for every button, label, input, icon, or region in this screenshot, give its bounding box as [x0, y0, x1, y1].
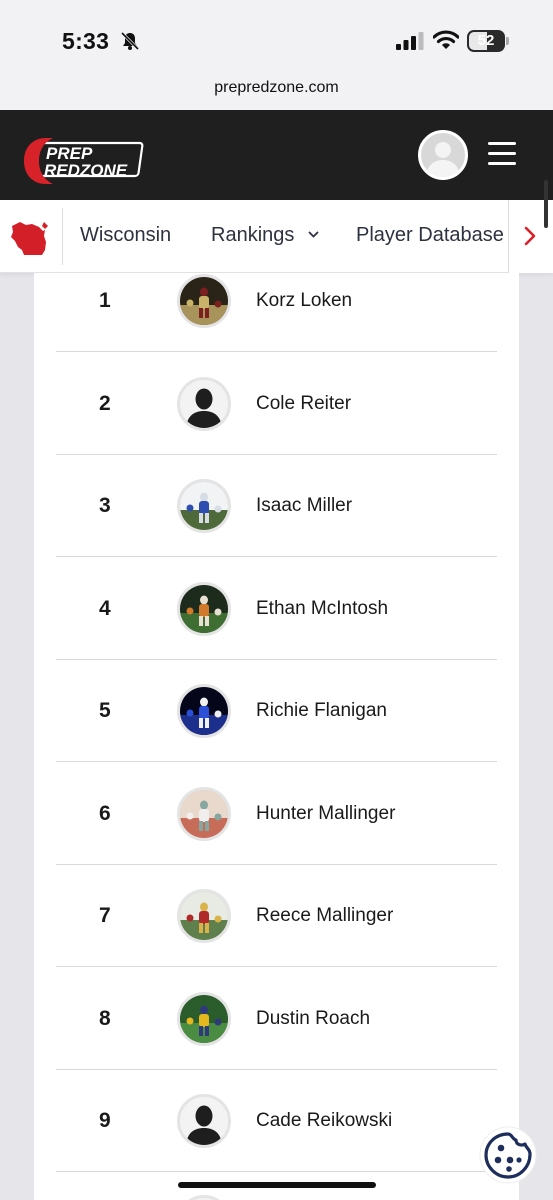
ranking-row[interactable]: 2 Cole Reiter [56, 353, 497, 455]
cookie-settings-icon[interactable] [479, 1126, 537, 1184]
player-name[interactable]: Isaac Miller [256, 495, 352, 517]
url-text: prepredzone.com [214, 79, 339, 96]
player-photo[interactable] [177, 581, 231, 636]
prep-redzone-logo[interactable]: PREP REDZONE [22, 134, 148, 186]
player-photo[interactable] [177, 889, 231, 943]
battery-icon: 52 [467, 30, 509, 52]
site-header: PREP REDZONE [0, 110, 553, 200]
status-bar: 5:33 52 [0, 0, 553, 72]
ranking-row[interactable]: 6 Hunter Mallinger [56, 763, 497, 865]
player-name[interactable]: Richie Flanigan [256, 700, 387, 722]
ranking-row[interactable]: 9 Cade Reikowski [56, 1070, 497, 1172]
player-name[interactable]: Cade Reikowski [256, 1110, 392, 1132]
battery-level: 52 [477, 32, 495, 49]
player-name[interactable]: Reece Mallinger [256, 905, 393, 927]
rank-number: 9 [99, 1109, 111, 1132]
chevron-down-icon[interactable] [308, 231, 319, 239]
svg-text:REDZONE: REDZONE [44, 161, 128, 180]
wifi-icon [433, 30, 459, 49]
ranking-row[interactable]: 4 Ethan McIntosh [56, 558, 497, 660]
player-photo[interactable] [177, 274, 231, 328]
ranking-row[interactable]: 5 Richie Flanigan [56, 660, 497, 762]
ranking-row[interactable]: 8 Dustin Roach [56, 968, 497, 1070]
player-name[interactable]: Hunter Mallinger [256, 803, 395, 825]
rank-number: 8 [99, 1006, 111, 1030]
player-name[interactable]: Cole Reiter [256, 393, 351, 415]
rank-number: 2 [99, 391, 111, 415]
ranking-row[interactable]: 3 Isaac Miller [56, 455, 497, 557]
rank-number: 7 [99, 904, 111, 927]
rank-number: 1 [99, 289, 111, 312]
player-photo[interactable] [177, 786, 231, 841]
nav-item-rankings[interactable]: Rankings [211, 224, 294, 247]
address-bar[interactable]: prepredzone.com [0, 72, 553, 110]
status-time: 5:33 [62, 28, 110, 54]
cellular-signal-icon [396, 32, 424, 50]
nav-item-player-database[interactable]: Player Database [356, 224, 504, 247]
wisconsin-map-icon[interactable] [8, 217, 52, 257]
scrollbar[interactable] [544, 180, 548, 228]
player-photo[interactable] [177, 991, 231, 1046]
bell-slash-icon [120, 31, 140, 51]
nav-item-wisconsin[interactable]: Wisconsin [80, 224, 171, 247]
player-name[interactable]: Korz Loken [256, 290, 352, 312]
rank-number: 4 [99, 596, 111, 620]
player-photo[interactable] [177, 479, 231, 533]
player-photo[interactable] [177, 684, 231, 738]
user-avatar-icon[interactable] [418, 130, 468, 180]
hamburger-menu-icon[interactable] [488, 142, 516, 166]
player-name[interactable]: Ethan McIntosh [256, 598, 388, 620]
rank-number: 6 [99, 801, 111, 825]
chevron-right-icon [524, 226, 536, 246]
rank-number: 3 [99, 494, 111, 517]
ranking-row[interactable]: 1 Korz Loken [56, 250, 497, 352]
player-name[interactable]: Dustin Roach [256, 1008, 370, 1030]
rank-number: 5 [99, 699, 111, 722]
player-placeholder-avatar[interactable] [177, 376, 231, 431]
ranking-row[interactable]: 7 Reece Mallinger [56, 865, 497, 967]
player-placeholder-avatar[interactable] [177, 1094, 231, 1148]
home-indicator[interactable] [178, 1182, 376, 1188]
